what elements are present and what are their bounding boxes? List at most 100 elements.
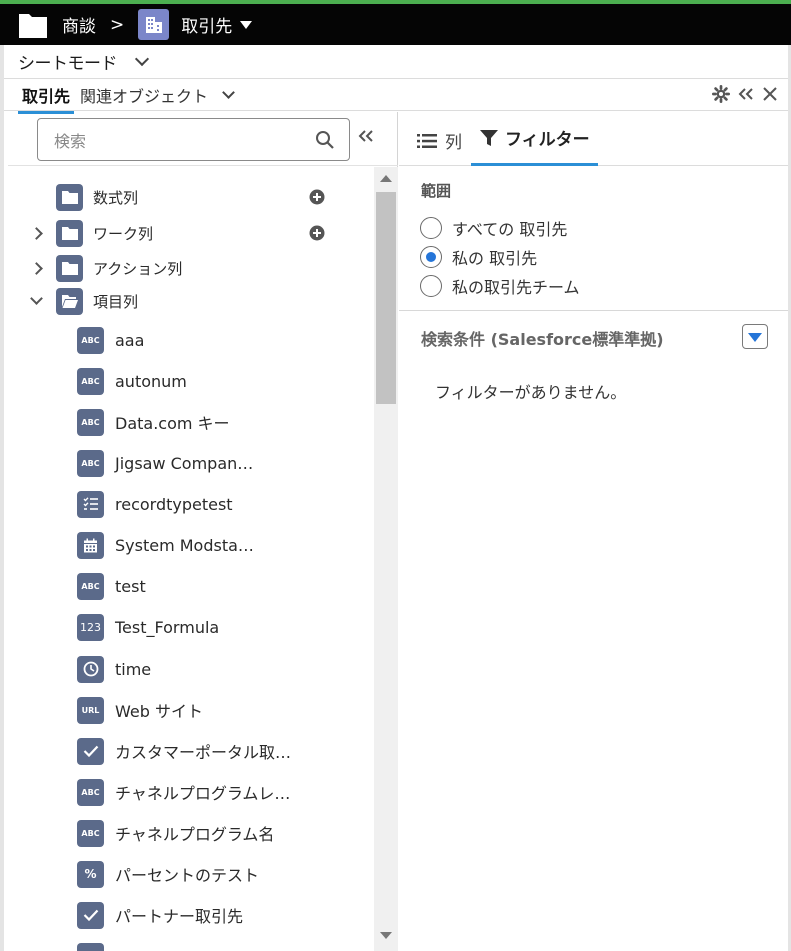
field-label: autonum: [115, 371, 187, 391]
close-icon[interactable]: [762, 86, 778, 102]
filter-icon: [480, 129, 498, 146]
chevron-down-icon[interactable]: [30, 292, 43, 305]
field-row[interactable]: time: [8, 654, 374, 684]
radio-button[interactable]: [420, 217, 442, 239]
field-row[interactable]: [8, 941, 374, 951]
scroll-down-arrow[interactable]: [380, 932, 392, 939]
scope-option-all[interactable]: すべての 取引先: [420, 216, 567, 240]
tab-filter-label: フィルター: [505, 130, 590, 150]
field-label: Jigsaw Compan…: [115, 453, 254, 473]
chevron-right-icon[interactable]: [30, 226, 43, 240]
scope-option-mine[interactable]: 私の 取引先: [420, 245, 537, 269]
radio-button[interactable]: [420, 275, 442, 297]
field-label: aaa: [115, 330, 145, 350]
field-row[interactable]: カスタマーポータル取…: [8, 736, 374, 766]
no-filter-message: フィルターがありません。: [435, 383, 627, 402]
chevron-right-icon[interactable]: [30, 261, 43, 275]
filter-panel: 列 フィルター 範囲 すべての 取引先 私の 取引先 私の取引先チーム 検索条件…: [399, 112, 788, 951]
tree-folder-work[interactable]: ワーク列: [8, 218, 374, 248]
tree-folder-fields[interactable]: 項目列: [8, 286, 374, 316]
tree-folder-label: ワーク列: [93, 224, 154, 243]
tab-account[interactable]: 取引先: [18, 83, 75, 114]
tree-folder-formula[interactable]: 数式列: [8, 182, 374, 212]
tree-folder-label: アクション列: [93, 259, 183, 278]
tab-columns-label: 列: [445, 133, 462, 153]
account-object-icon: [138, 9, 170, 40]
field-row[interactable]: recordtypetest: [8, 489, 374, 519]
folder-icon[interactable]: [18, 10, 48, 40]
scope-option-team[interactable]: 私の取引先チーム: [420, 274, 580, 298]
double-chevron-left-icon[interactable]: [738, 86, 754, 102]
field-row[interactable]: ABC test: [8, 571, 374, 601]
field-row[interactable]: ABC aaa: [8, 325, 374, 355]
search-icon[interactable]: [315, 130, 335, 150]
text-field-icon: ABC: [77, 778, 104, 806]
radio-button-checked[interactable]: [420, 246, 442, 268]
conditions-dropdown-button[interactable]: [742, 324, 768, 349]
folder-icon: [56, 219, 83, 247]
field-row[interactable]: ABC Data.com キー: [8, 407, 374, 437]
tree-folder-label: 項目列: [93, 292, 139, 311]
scope-title: 範囲: [421, 182, 452, 200]
field-row[interactable]: ABC Jigsaw Compan…: [8, 448, 374, 478]
clock-icon: [77, 655, 104, 683]
panel-controls: [712, 85, 778, 103]
field-label: パートナー取引先: [115, 907, 244, 926]
field-label: System Modsta…: [115, 535, 254, 555]
caret-down-icon[interactable]: [240, 20, 253, 29]
calendar-icon: [77, 531, 104, 559]
field-label: Test_Formula: [115, 617, 220, 637]
tree-scrollbar[interactable]: [374, 167, 398, 951]
filter-panel-tabs: 列 フィルター: [399, 112, 788, 166]
field-label: recordtypetest: [115, 494, 233, 514]
double-chevron-left-icon[interactable]: [358, 128, 374, 144]
search-input[interactable]: 検索: [37, 118, 350, 161]
field-row[interactable]: 123 Test_Formula: [8, 612, 374, 642]
field-row[interactable]: ABC チャネルプログラム名: [8, 818, 374, 848]
field-label: Web サイト: [115, 702, 203, 721]
add-circle-icon[interactable]: [309, 189, 325, 205]
field-label: Data.com キー: [115, 414, 230, 433]
checkbox-icon: [77, 901, 104, 929]
tab-related-objects[interactable]: 関連オブジェクト: [80, 83, 208, 107]
chevron-down-icon[interactable]: [134, 51, 150, 66]
field-label: test: [115, 576, 146, 596]
top-bar: 商談 > 取引先: [0, 4, 791, 45]
list-check-icon: [77, 490, 104, 518]
field-row[interactable]: System Modsta…: [8, 530, 374, 560]
field-tree: 数式列 ワーク列 アクション列 項目列 ABC aaa ABC autonum …: [8, 167, 374, 951]
gear-icon[interactable]: [712, 85, 730, 103]
field-row[interactable]: ABC チャネルプログラムレ…: [8, 777, 374, 807]
field-label: パーセントのテスト: [115, 866, 260, 885]
tree-folder-action[interactable]: アクション列: [8, 253, 374, 283]
breadcrumb-root[interactable]: 商談: [62, 12, 96, 37]
field-tree-panel: 検索 数式列 ワーク列 アクション列 項目列 ABC aaa ABC auton…: [8, 112, 398, 951]
breadcrumb-separator: >: [110, 14, 125, 35]
number-field-icon: 123: [77, 613, 104, 641]
folder-icon: [56, 183, 83, 211]
tab-filter[interactable]: フィルター: [471, 112, 598, 166]
field-label: time: [115, 659, 152, 679]
chevron-down-icon[interactable]: [222, 85, 235, 99]
text-field-icon: ABC: [77, 367, 104, 395]
tree-folder-label: 数式列: [93, 188, 139, 207]
text-field-icon: ABC: [77, 819, 104, 847]
field-row[interactable]: URL Web サイト: [8, 695, 374, 725]
sheet-mode-label[interactable]: シートモード: [18, 49, 118, 74]
add-circle-icon[interactable]: [309, 225, 325, 241]
field-row[interactable]: ABC autonum: [8, 366, 374, 396]
text-field-icon: ABC: [77, 572, 104, 600]
radio-label: すべての 取引先: [452, 220, 568, 239]
field-row[interactable]: % パーセントのテスト: [8, 859, 374, 889]
field-label: チャネルプログラム名: [115, 825, 275, 844]
object-tabs: 取引先 関連オブジェクト: [4, 80, 788, 114]
tab-columns[interactable]: 列: [417, 128, 462, 153]
sheet-mode-bar: シートモード: [4, 45, 788, 79]
field-row[interactable]: パートナー取引先: [8, 900, 374, 930]
folder-open-icon: [56, 287, 83, 315]
scroll-thumb[interactable]: [376, 192, 396, 404]
field-icon: [77, 942, 104, 951]
object-name[interactable]: 取引先: [181, 12, 232, 37]
text-field-icon: ABC: [77, 449, 104, 477]
scroll-up-arrow[interactable]: [380, 175, 392, 182]
